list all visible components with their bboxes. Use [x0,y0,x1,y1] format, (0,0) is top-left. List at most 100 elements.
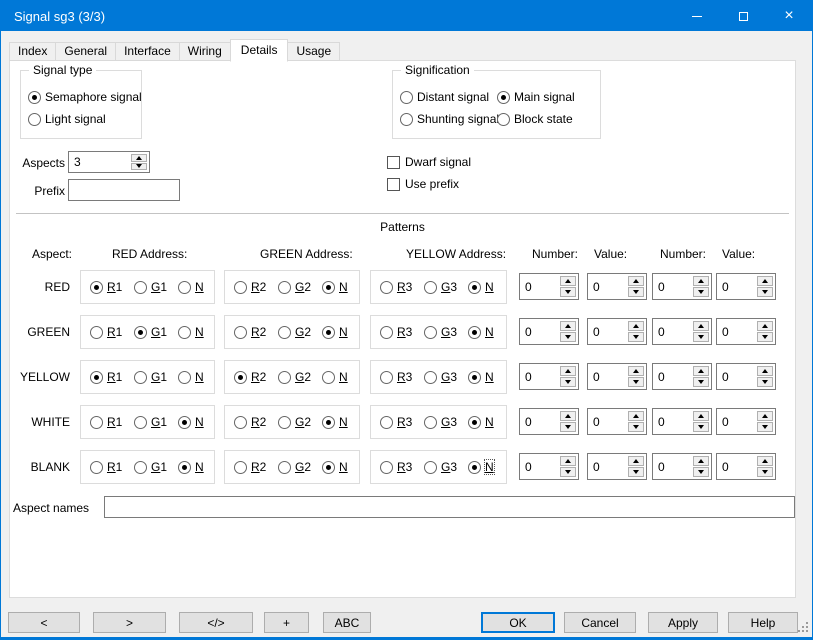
close-button[interactable]: × [766,1,812,31]
radio-r3[interactable]: R3 [380,370,412,384]
spin-up-icon[interactable] [628,366,644,376]
spin-down-icon[interactable] [628,287,644,297]
tab-wiring[interactable]: Wiring [179,42,231,61]
spin-down-icon[interactable] [628,467,644,477]
checkbox-use-prefix[interactable]: Use prefix [387,177,471,191]
radio-r1[interactable]: R1 [90,325,122,339]
number-spinner[interactable]: 0 [652,318,712,345]
radio-r1[interactable]: R1 [90,415,122,429]
number-spinner[interactable]: 0 [519,453,579,480]
radio-n[interactable]: N [468,415,494,429]
radio-r1[interactable]: R1 [90,460,122,474]
radio-n[interactable]: N [468,325,494,339]
value-spinner[interactable]: 0 [587,453,647,480]
spin-down-icon[interactable] [560,422,576,432]
cancel-button[interactable]: Cancel [564,612,636,633]
aspect-names-input[interactable] [104,496,795,518]
prefix-input[interactable] [68,179,180,201]
spin-up-icon[interactable] [560,456,576,466]
spin-down-icon[interactable] [757,377,773,387]
radio-n[interactable]: N [178,325,204,339]
spin-down-icon[interactable] [693,332,709,342]
spin-up-icon[interactable] [628,411,644,421]
spin-up-icon[interactable] [628,456,644,466]
ok-button[interactable]: OK [481,612,555,633]
radio-r2[interactable]: R2 [234,460,266,474]
spin-down-icon[interactable] [560,332,576,342]
spin-up-icon[interactable] [693,276,709,286]
radio-r1[interactable]: R1 [90,280,122,294]
radio-g2[interactable]: G2 [278,280,311,294]
number-spinner[interactable]: 0 [519,363,579,390]
radio-r3[interactable]: R3 [380,460,412,474]
spin-up-icon[interactable] [693,411,709,421]
spin-down-icon[interactable] [693,467,709,477]
radio-r3[interactable]: R3 [380,280,412,294]
spin-up-icon[interactable] [693,366,709,376]
aspects-spinner[interactable]: 3 [68,151,150,173]
value-spinner[interactable]: 0 [587,408,647,435]
number-spinner[interactable]: 0 [652,363,712,390]
spin-up-icon[interactable] [693,456,709,466]
number-spinner[interactable]: 0 [519,318,579,345]
spin-up-icon[interactable] [757,321,773,331]
radio-r2[interactable]: R2 [234,370,266,384]
radio-main-signal[interactable]: Main signal [497,90,575,104]
next-button[interactable]: > [93,612,166,633]
spin-down-icon[interactable] [757,422,773,432]
radio-g1[interactable]: G1 [134,280,167,294]
radio-semaphore-signal[interactable]: Semaphore signal [28,90,142,104]
value-spinner[interactable]: 0 [587,318,647,345]
spin-down-icon[interactable] [757,467,773,477]
spin-down-icon[interactable] [757,332,773,342]
radio-block-state[interactable]: Block state [497,112,575,126]
radio-n[interactable]: N [178,370,204,384]
radio-n[interactable]: N [322,280,348,294]
spin-down-icon[interactable] [693,287,709,297]
radio-n[interactable]: N [322,460,348,474]
spin-up-icon[interactable] [628,276,644,286]
resize-grip-icon[interactable] [806,630,808,632]
number-spinner[interactable]: 0 [652,453,712,480]
help-button[interactable]: Help [728,612,798,633]
number-spinner[interactable]: 0 [652,273,712,300]
apply-button[interactable]: Apply [648,612,718,633]
spin-up-icon[interactable] [560,276,576,286]
number-spinner[interactable]: 0 [519,408,579,435]
spin-up-icon[interactable] [757,411,773,421]
spin-up-icon[interactable] [560,411,576,421]
spin-down-icon[interactable] [628,332,644,342]
radio-g2[interactable]: G2 [278,415,311,429]
radio-g1[interactable]: G1 [134,415,167,429]
spin-down-icon[interactable] [560,287,576,297]
radio-r2[interactable]: R2 [234,325,266,339]
maximize-button[interactable] [720,1,766,31]
radio-g3[interactable]: G3 [424,460,457,474]
spin-up-icon[interactable] [693,321,709,331]
value-spinner[interactable]: 0 [587,363,647,390]
radio-g1[interactable]: G1 [134,370,167,384]
number-spinner[interactable]: 0 [519,273,579,300]
value-spinner[interactable]: 0 [716,408,776,435]
number-spinner[interactable]: 0 [652,408,712,435]
radio-n[interactable]: N [468,370,494,384]
spin-up-icon[interactable] [628,321,644,331]
tab-usage[interactable]: Usage [287,42,340,61]
tab-details[interactable]: Details [230,39,289,62]
spin-up-icon[interactable] [560,366,576,376]
radio-n[interactable]: N [322,370,348,384]
radio-n[interactable]: N [178,280,204,294]
radio-distant-signal[interactable]: Distant signal [400,90,497,104]
radio-r2[interactable]: R2 [234,415,266,429]
radio-g2[interactable]: G2 [278,325,311,339]
radio-g2[interactable]: G2 [278,370,311,384]
radio-g1[interactable]: G1 [134,460,167,474]
spin-up-icon[interactable] [757,456,773,466]
radio-g3[interactable]: G3 [424,280,457,294]
tab-index[interactable]: Index [9,42,56,61]
radio-shunting-signal[interactable]: Shunting signal [400,112,497,126]
prev-button[interactable]: < [8,612,80,633]
radio-r1[interactable]: R1 [90,370,122,384]
spin-up-icon[interactable] [131,154,147,162]
radio-g1[interactable]: G1 [134,325,167,339]
